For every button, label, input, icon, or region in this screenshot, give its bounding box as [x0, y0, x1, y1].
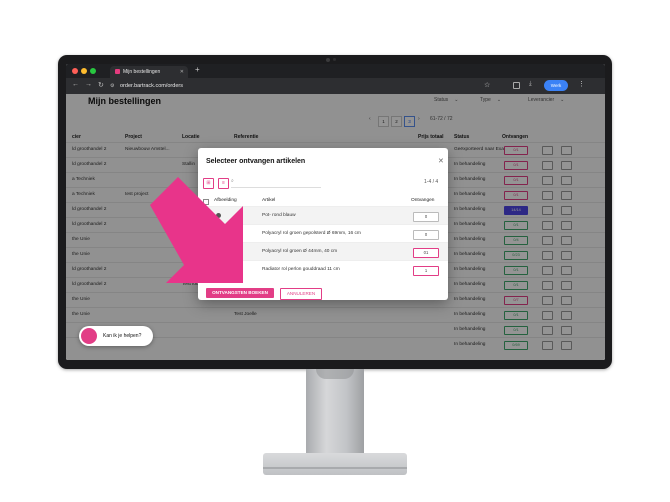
arrow-shape	[150, 177, 243, 283]
pointer-arrow-icon	[150, 177, 243, 283]
